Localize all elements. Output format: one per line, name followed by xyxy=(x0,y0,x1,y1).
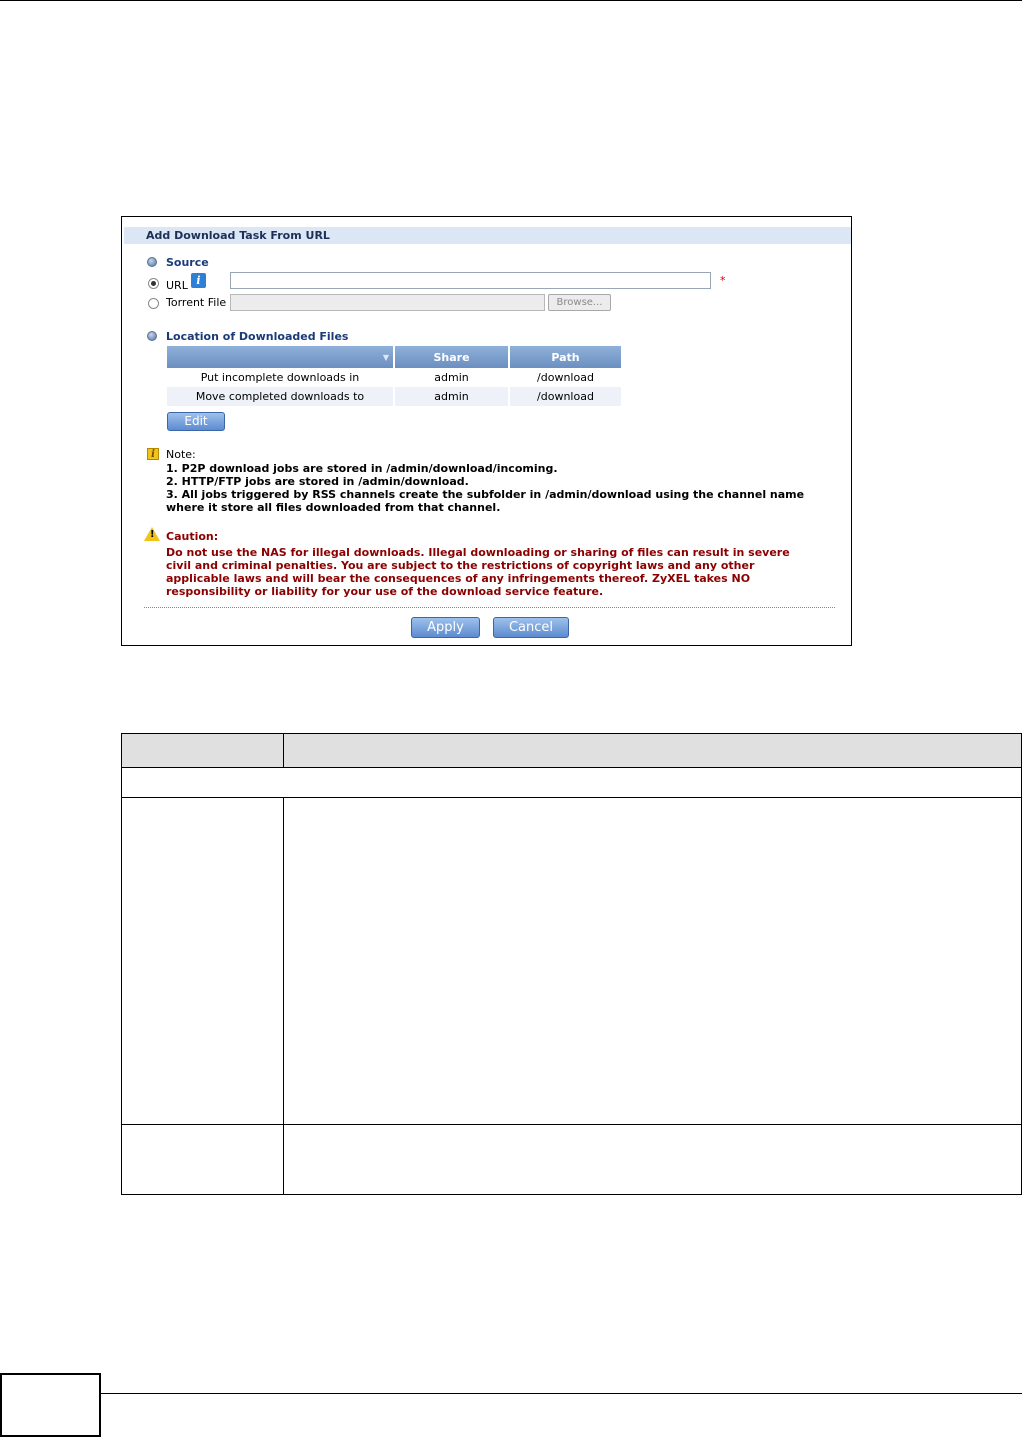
section-bullet-icon xyxy=(147,331,157,341)
panel-header: Add Download Task From URL xyxy=(124,227,851,244)
note-title: Note: xyxy=(166,448,196,461)
caution-line: responsibility or liability for your use… xyxy=(166,585,604,598)
url-label: URL xyxy=(166,279,188,292)
source-section-title: Source xyxy=(166,256,209,269)
caution-lines: Do not use the NAS for illegal downloads… xyxy=(166,546,846,598)
table-header-row xyxy=(122,734,1021,767)
row-share: admin xyxy=(394,368,510,387)
note-line: 3. All jobs triggered by RSS channels cr… xyxy=(166,488,805,501)
apply-button[interactable]: Apply xyxy=(411,617,480,638)
location-table: ▼ Share Path Put incomplete downloads in… xyxy=(167,346,621,406)
location-section-title: Location of Downloaded Files xyxy=(166,330,349,343)
description-table xyxy=(121,733,1022,1195)
info-icon[interactable]: i xyxy=(191,273,206,288)
note-line: where it store all files downloaded from… xyxy=(166,501,501,514)
row-path: /download xyxy=(509,368,621,387)
url-radio[interactable] xyxy=(148,278,159,289)
note-line: 1. P2P download jobs are stored in /admi… xyxy=(166,462,558,475)
caution-line: Do not use the NAS for illegal downloads… xyxy=(166,546,790,559)
section-bullet-icon xyxy=(147,257,157,267)
note-line: 2. HTTP/FTP jobs are stored in /admin/do… xyxy=(166,475,469,488)
torrent-file-label: Torrent File xyxy=(166,296,227,309)
panel-title: Add Download Task From URL xyxy=(146,229,330,242)
note-lines: 1. P2P download jobs are stored in /admi… xyxy=(166,462,846,514)
table-row: Move completed downloads to admin /downl… xyxy=(167,387,621,406)
caution-line: civil and criminal penalties. You are su… xyxy=(166,559,755,572)
top-rule xyxy=(0,0,1022,1)
torrent-file-radio[interactable] xyxy=(148,298,159,309)
column-header-path[interactable]: Path xyxy=(509,346,621,368)
divider xyxy=(144,607,835,608)
browse-button[interactable]: Browse... xyxy=(548,294,611,311)
column-header-label[interactable]: ▼ xyxy=(167,346,395,368)
url-input[interactable] xyxy=(230,272,711,289)
caution-title: Caution: xyxy=(166,530,219,543)
note-icon: i xyxy=(147,448,159,460)
cancel-button[interactable]: Cancel xyxy=(493,617,569,638)
required-mark: * xyxy=(720,274,726,287)
row-share: admin xyxy=(394,387,510,406)
footer-rule xyxy=(101,1393,1022,1394)
sort-down-icon: ▼ xyxy=(382,352,389,362)
add-download-task-panel: Add Download Task From URL Source URL i … xyxy=(121,216,852,646)
table-row: Put incomplete downloads in admin /downl… xyxy=(167,368,621,387)
row-label: Put incomplete downloads in xyxy=(167,368,395,387)
edit-button[interactable]: Edit xyxy=(167,412,225,431)
row-path: /download xyxy=(509,387,621,406)
row-label: Move completed downloads to xyxy=(167,387,395,406)
column-header-share[interactable]: Share xyxy=(394,346,510,368)
caution-line: applicable laws and will bear the conseq… xyxy=(166,572,751,585)
torrent-file-input[interactable] xyxy=(230,294,545,311)
page-number-box xyxy=(0,1373,101,1437)
